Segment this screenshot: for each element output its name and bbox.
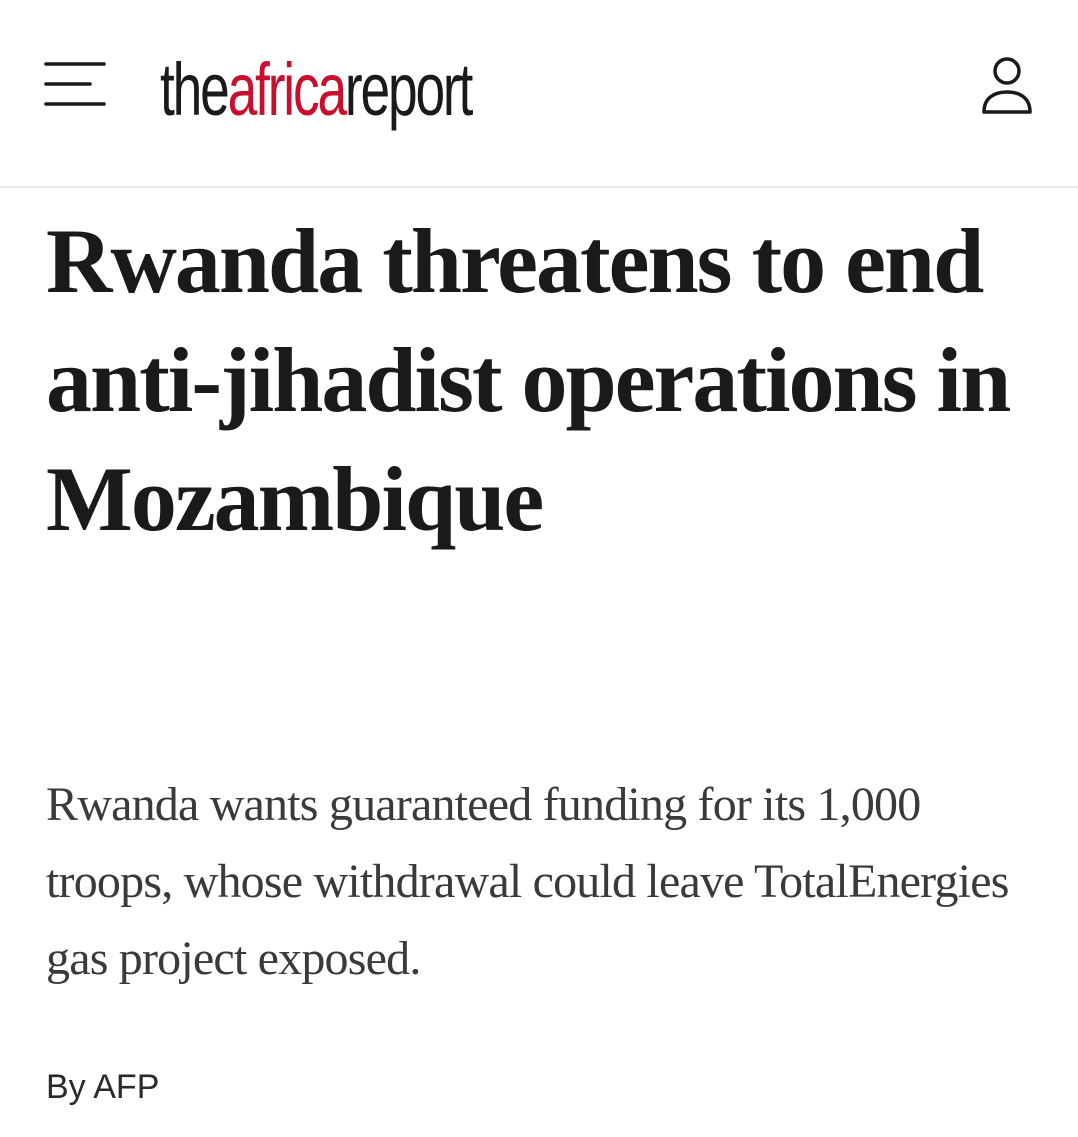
logo-word-report: report bbox=[344, 48, 473, 131]
logo-word-the: the bbox=[160, 48, 230, 131]
menu-button[interactable] bbox=[44, 60, 106, 108]
site-logo[interactable]: the africa report bbox=[160, 48, 473, 131]
article-byline[interactable]: By AFP bbox=[46, 1062, 159, 1112]
account-button[interactable] bbox=[976, 54, 1038, 118]
article-standfirst: Rwanda wants guaranteed funding for its … bbox=[46, 778, 1009, 985]
article-headline: Rwanda threatens to end anti-jihadist op… bbox=[46, 210, 1011, 550]
site-header: the africa report bbox=[0, 0, 1078, 188]
user-account-icon bbox=[982, 57, 1032, 114]
logo-word-africa: africa bbox=[227, 48, 347, 131]
hamburger-menu-icon bbox=[44, 62, 106, 106]
